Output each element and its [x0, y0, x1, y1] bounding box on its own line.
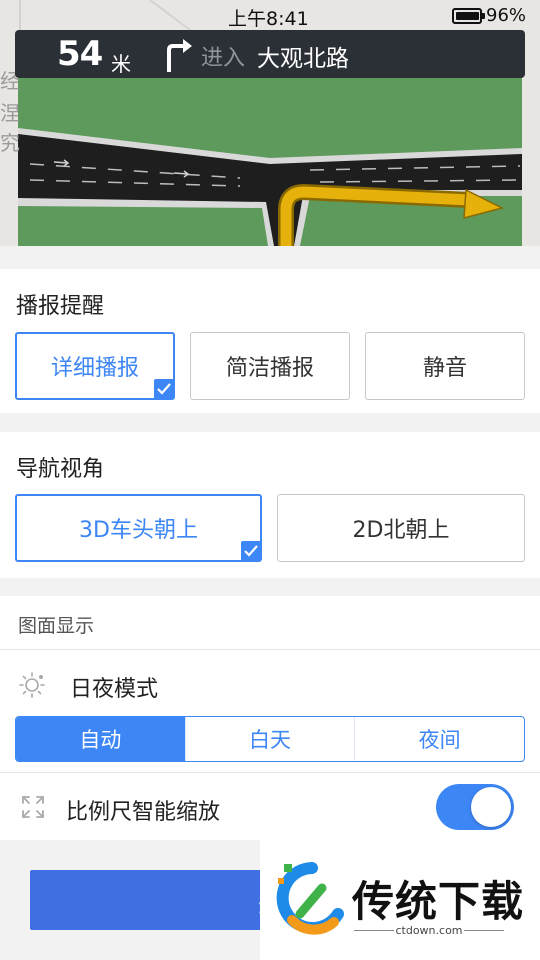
watermark: 传统下载 ctdown.com	[260, 840, 540, 960]
distance-unit: 米	[111, 52, 131, 76]
road-name: 大观北路	[257, 46, 349, 72]
view-3d-heading-up-button[interactable]: 3D车头朝上	[15, 494, 262, 562]
map-label: 究	[0, 131, 20, 155]
broadcast-detailed-button[interactable]: 详细播报	[15, 332, 175, 400]
day-night-auto-option[interactable]: 自动	[16, 717, 186, 761]
view-section: 导航视角 3D车头朝上 2D北朝上	[0, 432, 540, 578]
option-label: 2D北朝上	[352, 518, 450, 543]
map-label: 涅	[0, 101, 20, 125]
view-title: 导航视角	[16, 457, 105, 482]
sun-icon	[19, 672, 45, 698]
watermark-text: 传统下载	[352, 877, 525, 926]
display-title: 图面显示	[18, 615, 95, 637]
status-time: 上午8:41	[228, 8, 309, 30]
day-night-label: 日夜模式	[70, 677, 159, 702]
broadcast-section: 播报提醒 详细播报 简洁播报 静音	[0, 269, 540, 413]
check-icon	[241, 541, 261, 561]
broadcast-title: 播报提醒	[16, 294, 105, 319]
broadcast-brief-button[interactable]: 简洁播报	[190, 332, 350, 400]
option-label: 详细播报	[50, 356, 139, 381]
day-night-night-option[interactable]: 夜间	[355, 717, 524, 761]
scale-auto-zoom-label: 比例尺智能缩放	[66, 800, 221, 825]
option-label: 简洁播报	[225, 356, 314, 381]
day-night-day-option[interactable]: 白天	[186, 717, 356, 761]
enter-label: 进入	[201, 46, 246, 71]
turn-guidance-bar: 54 米 进入 大观北路	[15, 30, 525, 78]
battery-percent: 96%	[486, 5, 527, 26]
status-bar: 上午8:41 96%	[0, 0, 540, 32]
turn-distance: 54	[57, 34, 103, 74]
battery-icon	[452, 8, 485, 24]
battery-level	[456, 12, 480, 20]
check-icon	[154, 379, 174, 399]
scale-auto-zoom-toggle[interactable]	[436, 784, 514, 830]
navigation-map[interactable]: 经 涅 究 上午8:41 96% 54 米 进入 大观北路	[0, 0, 540, 246]
divider	[0, 649, 540, 650]
toggle-knob	[471, 787, 511, 827]
broadcast-mute-button[interactable]: 静音	[365, 332, 525, 400]
option-label: 3D车头朝上	[79, 518, 198, 543]
divider	[0, 772, 540, 773]
view-2d-north-up-button[interactable]: 2D北朝上	[277, 494, 525, 562]
divider	[464, 930, 504, 931]
watermark-logo-icon	[276, 862, 344, 935]
day-night-selector: 自动 白天 夜间	[15, 716, 525, 762]
turn-right-icon	[167, 39, 192, 72]
expand-icon	[22, 796, 44, 818]
option-label: 静音	[422, 356, 467, 381]
